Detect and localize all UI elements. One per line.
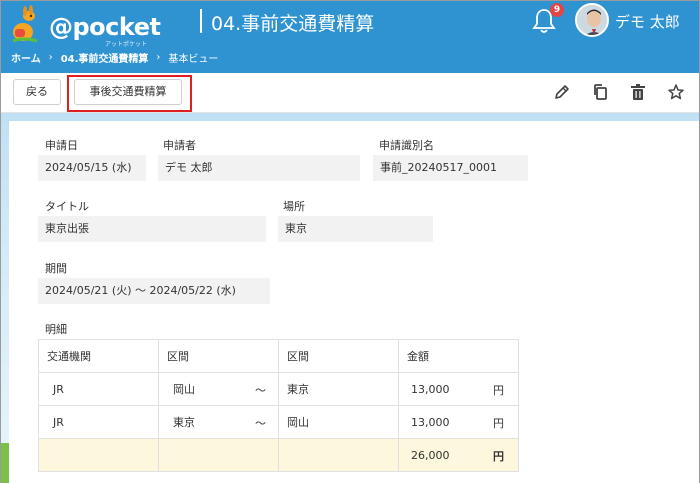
breadcrumb-separator: ›	[156, 52, 161, 63]
pocket-logo[interactable]: @pocket アットポケット	[9, 5, 161, 48]
application-date-label: 申請日	[45, 139, 78, 152]
place-value: 東京	[278, 216, 433, 242]
amount-cell: 13,000 円	[398, 372, 519, 406]
star-icon[interactable]	[666, 82, 686, 102]
transport-cell: JR	[38, 405, 159, 439]
from-value: 岡山	[173, 383, 195, 396]
amount-value: 13,000	[411, 382, 450, 396]
empty-cell	[158, 438, 279, 472]
table-header-row: 交通機関 区間 区間 金額	[38, 339, 519, 373]
place-label: 場所	[283, 200, 305, 213]
breadcrumb: ホーム › 04.事前交通費精算 › 基本ビュー	[11, 50, 218, 65]
request-id-label: 申請識別名	[379, 139, 434, 152]
amount-value: 13,000	[411, 415, 450, 429]
from-value: 東京	[173, 416, 195, 429]
user-name[interactable]: デモ 太郎	[615, 11, 680, 32]
table-row: JR 岡山 ～ 東京 13,000 円	[38, 372, 519, 406]
breadcrumb-view: 基本ビュー	[168, 54, 219, 65]
total-row: 26,000 円	[38, 438, 519, 472]
yen-unit: 円	[493, 450, 504, 463]
request-id-value: 事前_20240517_0001	[373, 155, 528, 181]
back-button[interactable]: 戻る	[13, 79, 61, 105]
details-label: 明細	[45, 323, 67, 336]
column-header: 交通機関	[38, 339, 159, 373]
column-header: 区間	[278, 339, 399, 373]
trash-icon[interactable]	[628, 82, 648, 102]
column-header: 区間	[158, 339, 279, 373]
period-label: 期間	[45, 262, 67, 275]
period-value: 2024/05/21 (火) ～ 2024/05/22 (水)	[38, 278, 270, 304]
table-row: JR 東京 ～ 岡山 13,000 円	[38, 405, 519, 439]
application-date-value: 2024/05/15 (水)	[38, 155, 146, 181]
title-value: 東京出張	[38, 216, 266, 242]
pencil-icon[interactable]	[552, 82, 572, 102]
yen-unit: 円	[493, 417, 504, 430]
empty-cell	[278, 438, 399, 472]
tilde-separator: ～	[255, 417, 266, 430]
total-amount-value: 26,000	[411, 448, 450, 462]
notification-badge[interactable]: 9	[550, 3, 564, 17]
transport-cell: JR	[38, 372, 159, 406]
column-header: 金額	[398, 339, 519, 373]
page-title: 04.事前交通費精算	[211, 13, 375, 35]
avatar[interactable]	[575, 3, 609, 37]
title-divider	[200, 9, 202, 33]
logo-subtext: アットポケット	[105, 41, 148, 48]
from-cell: 岡山 ～	[158, 372, 279, 406]
user-photo-icon	[577, 5, 607, 35]
amount-cell: 13,000 円	[398, 405, 519, 439]
logo-wordmark: @pocket	[49, 13, 161, 41]
breadcrumb-home[interactable]: ホーム	[11, 50, 41, 65]
empty-cell	[38, 438, 159, 472]
total-amount-cell: 26,000 円	[398, 438, 519, 472]
title-label: タイトル	[45, 200, 89, 213]
applicant-value: デモ 太郎	[158, 155, 360, 181]
background-decoration	[1, 443, 9, 483]
applicant-label: 申請者	[163, 139, 196, 152]
highlight-box	[67, 75, 192, 112]
copy-icon[interactable]	[590, 82, 610, 102]
to-cell: 東京	[278, 372, 399, 406]
from-cell: 東京 ～	[158, 405, 279, 439]
breadcrumb-separator: ›	[48, 52, 53, 63]
kangaroo-logo-icon	[12, 5, 38, 43]
yen-unit: 円	[493, 384, 504, 397]
app-header: @pocket アットポケット 04.事前交通費精算 9 デモ 太郎 ホーム ›…	[1, 1, 699, 73]
breadcrumb-app[interactable]: 04.事前交通費精算	[61, 50, 149, 65]
tilde-separator: ～	[255, 384, 266, 397]
details-table: 交通機関 区間 区間 金額 JR 岡山 ～ 東京 13,000 円 JR 東京 …	[38, 339, 519, 472]
to-cell: 岡山	[278, 405, 399, 439]
